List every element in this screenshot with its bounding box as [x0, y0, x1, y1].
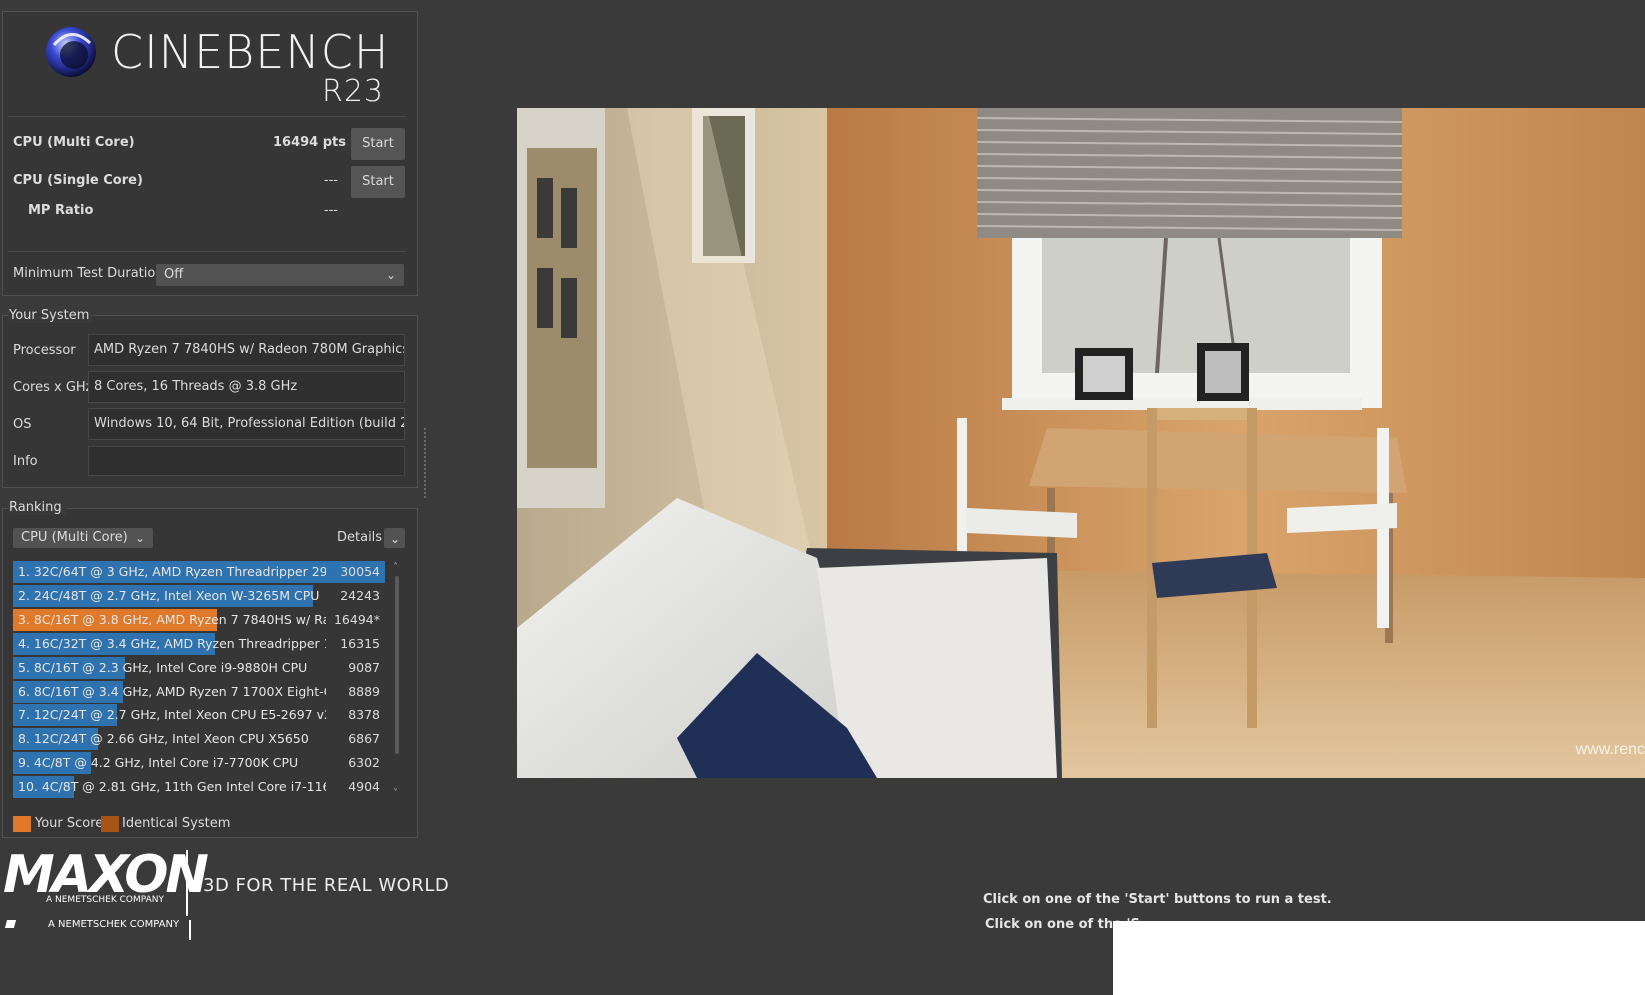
single-core-label: CPU (Single Core)	[13, 173, 143, 188]
tagline: 3D FOR THE REAL WORLD	[203, 875, 450, 896]
processor-label: Processor	[13, 343, 76, 358]
ranking-row[interactable]: 3. 8C/16T @ 3.8 GHz, AMD Ryzen 7 7840HS …	[13, 608, 385, 631]
ranking-row-label: 7. 12C/24T @ 2.7 GHz, Intel Xeon CPU E5-…	[18, 707, 326, 723]
scroll-up-icon[interactable]: ˄	[393, 562, 398, 573]
cores-label: Cores x GHz	[13, 380, 93, 395]
single-core-start-button[interactable]: Start	[351, 166, 405, 198]
status-overlay	[1113, 921, 1645, 995]
details-toggle-button[interactable]: ⌄	[384, 528, 405, 548]
ranking-row[interactable]: 10. 4C/8T @ 2.81 GHz, 11th Gen Intel Cor…	[13, 776, 385, 799]
splitter-handle[interactable]	[424, 428, 429, 498]
ranking-title: Ranking	[9, 500, 66, 515]
ranking-row-label: 4. 16C/32T @ 3.4 GHz, AMD Ryzen Threadri…	[18, 635, 326, 651]
cores-field[interactable]: 8 Cores, 16 Threads @ 3.8 GHz	[88, 371, 405, 403]
ranking-mode-value: CPU (Multi Core)	[21, 530, 128, 545]
ranking-row-label: 2. 24C/48T @ 2.7 GHz, Intel Xeon W-3265M…	[18, 587, 320, 603]
system-title: Your System	[9, 308, 94, 323]
scroll-thumb[interactable]	[395, 576, 399, 754]
processor-field[interactable]: AMD Ryzen 7 7840HS w/ Radeon 780M Graphi…	[88, 334, 405, 366]
ranking-row-score: 16315	[340, 635, 380, 651]
min-duration-value: Off	[164, 267, 184, 282]
ranking-row[interactable]: 4. 16C/32T @ 3.4 GHz, AMD Ryzen Threadri…	[13, 632, 385, 655]
multi-core-score: 16494 pts	[272, 135, 346, 150]
ranking-row[interactable]: 9. 4C/8T @ 4.2 GHz, Intel Core i7-7700K …	[13, 752, 385, 775]
ranking-row-score: 30054	[340, 564, 380, 579]
ranking-row-label: 9. 4C/8T @ 4.2 GHz, Intel Core i7-7700K …	[18, 755, 299, 771]
mp-ratio-label: MP Ratio	[28, 203, 94, 218]
info-label: Info	[13, 454, 38, 469]
ranking-row-score: 6867	[348, 731, 380, 747]
legend-your-score-swatch	[13, 816, 31, 832]
legend-your-score: Your Score	[35, 816, 104, 831]
ranking-row-label: 1. 32C/64T @ 3 GHz, AMD Ryzen Threadripp…	[18, 564, 326, 579]
footer-divider-lower	[189, 920, 191, 940]
ranking-row-score: 8378	[348, 707, 380, 723]
ranking-mode-select[interactable]: CPU (Multi Core) ⌄	[13, 528, 153, 548]
single-core-score: ---	[323, 173, 338, 188]
status-line-1: Click on one of the 'Start' buttons to r…	[983, 892, 1332, 907]
cinebench-logo-icon	[46, 27, 96, 77]
app-version: R23	[322, 74, 385, 109]
multi-core-start-button[interactable]: Start	[351, 128, 405, 160]
ranking-row[interactable]: 2. 24C/48T @ 2.7 GHz, Intel Xeon W-3265M…	[13, 584, 385, 607]
ranking-row[interactable]: 6. 8C/16T @ 3.4 GHz, AMD Ryzen 7 1700X E…	[13, 680, 385, 703]
maxon-mark	[4, 920, 17, 928]
legend-identical: Identical System	[122, 816, 231, 831]
ranking-row-score: 6302	[348, 755, 380, 771]
min-duration-select[interactable]: Off ⌄	[156, 264, 404, 286]
maxon-company: A NEMETSCHEK COMPANY	[46, 895, 164, 905]
ranking-row-score: 9087	[348, 659, 380, 675]
legend-identical-swatch	[101, 816, 119, 832]
ranking-row[interactable]: 1. 32C/64T @ 3 GHz, AMD Ryzen Threadripp…	[13, 561, 385, 583]
os-field[interactable]: Windows 10, 64 Bit, Professional Edition…	[88, 408, 405, 440]
mp-ratio-value: ---	[323, 203, 338, 218]
maxon-company-secondary: A NEMETSCHEK COMPANY	[48, 919, 180, 930]
footer-divider	[186, 850, 188, 916]
ranking-row-score: 4904	[348, 779, 380, 795]
render-viewport: www.renc	[517, 108, 1645, 778]
scroll-down-icon[interactable]: ˅	[393, 788, 398, 799]
chevron-down-icon: ⌄	[385, 268, 396, 282]
ranking-row-label: 6. 8C/16T @ 3.4 GHz, AMD Ryzen 7 1700X E…	[18, 683, 326, 699]
ranking-row-label: 3. 8C/16T @ 3.8 GHz, AMD Ryzen 7 7840HS …	[18, 611, 326, 627]
ranking-row[interactable]: 8. 12C/24T @ 2.66 GHz, Intel Xeon CPU X5…	[13, 728, 385, 751]
details-label: Details	[337, 530, 383, 545]
info-field[interactable]	[88, 446, 405, 476]
ranking-scrollbar[interactable]: ˄ ˅	[393, 562, 401, 802]
ranking-row[interactable]: 5. 8C/16T @ 2.3 GHz, Intel Core i9-9880H…	[13, 656, 385, 679]
ranking-row-score: 16494*	[333, 611, 380, 627]
render-watermark: www.renc	[1575, 741, 1645, 758]
ranking-row-label: 8. 12C/24T @ 2.66 GHz, Intel Xeon CPU X5…	[18, 731, 309, 747]
ranking-row-score: 8889	[348, 683, 380, 699]
ranking-row-label: 10. 4C/8T @ 2.81 GHz, 11th Gen Intel Cor…	[18, 779, 326, 795]
min-duration-label: Minimum Test Duration	[13, 266, 164, 281]
chevron-down-icon: ⌄	[389, 532, 400, 546]
chevron-down-icon: ⌄	[134, 531, 145, 545]
ranking-row-label: 5. 8C/16T @ 2.3 GHz, Intel Core i9-9880H…	[18, 659, 308, 675]
ranking-row[interactable]: 7. 12C/24T @ 2.7 GHz, Intel Xeon CPU E5-…	[13, 704, 385, 727]
ranking-row-score: 24243	[340, 587, 380, 603]
os-label: OS	[13, 417, 32, 432]
multi-core-label: CPU (Multi Core)	[13, 135, 135, 150]
app-title: CINEBENCH	[111, 25, 390, 79]
